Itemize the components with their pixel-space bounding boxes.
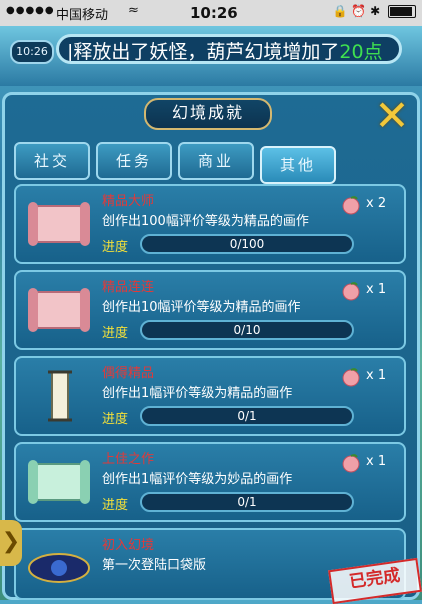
progress-bar: 0/1 bbox=[140, 406, 354, 426]
reward-count: x 1 bbox=[366, 282, 387, 297]
achievement-card: 精品大师 创作出100幅评价等级为精品的画作 进度 0/100 x 2 bbox=[14, 184, 406, 264]
achievement-name: 精品连连 bbox=[102, 280, 155, 295]
hanging-scroll-icon bbox=[48, 370, 72, 422]
peach-icon bbox=[342, 282, 360, 301]
signal-icon: ●●●●● bbox=[6, 5, 55, 16]
scroll-icon bbox=[28, 288, 90, 332]
peach-icon bbox=[342, 196, 360, 215]
battery-icon bbox=[388, 5, 416, 18]
progress-label: 进度 bbox=[102, 240, 129, 255]
status-time: 10:26 bbox=[190, 4, 238, 22]
progress-bar: 0/1 bbox=[140, 492, 354, 512]
progress-bar: 0/100 bbox=[140, 234, 354, 254]
reward-count: x 1 bbox=[366, 454, 387, 469]
progress-text: 0/10 bbox=[233, 323, 261, 337]
achievement-name: 精品大师 bbox=[102, 194, 155, 209]
tab-other[interactable]: 其他 bbox=[260, 146, 336, 184]
wifi-icon: ≈ bbox=[128, 3, 139, 18]
achievement-desc: 创作出100幅评价等级为精品的画作 bbox=[102, 214, 309, 229]
close-icon: ✕ bbox=[374, 91, 410, 140]
achievement-card: 精品连连 创作出10幅评价等级为精品的画作 进度 0/10 x 1 bbox=[14, 270, 406, 350]
side-expand-button[interactable]: ❯ bbox=[0, 520, 22, 566]
reward-count: x 2 bbox=[366, 196, 387, 211]
achievement-desc: 创作出1幅评价等级为精品的画作 bbox=[102, 386, 293, 401]
achievement-desc: 创作出1幅评价等级为妙品的画作 bbox=[102, 472, 293, 487]
tab-tasks[interactable]: 任务 bbox=[96, 142, 172, 180]
panel-title: 幻境成就 bbox=[144, 98, 272, 130]
achievement-card: 上佳之作 创作出1幅评价等级为妙品的画作 进度 0/1 x 1 bbox=[14, 442, 406, 522]
achievement-card: 偶得精品 创作出1幅评价等级为精品的画作 进度 0/1 x 1 bbox=[14, 356, 406, 436]
game-time-badge: 10:26 bbox=[10, 40, 54, 64]
progress-text: 0/1 bbox=[237, 409, 257, 423]
progress-label: 进度 bbox=[102, 412, 129, 427]
progress-text: 0/100 bbox=[229, 237, 265, 251]
scroll-icon bbox=[28, 202, 90, 246]
status-bar: ●●●●● 中国移动 ≈ 10:26 🔒 ⏰ ✱ bbox=[0, 0, 422, 26]
tab-social[interactable]: 社交 bbox=[14, 142, 90, 180]
progress-bar: 0/10 bbox=[140, 320, 354, 340]
peach-icon bbox=[342, 368, 360, 387]
ticker-highlight: 20点 bbox=[339, 41, 383, 63]
scroll-icon bbox=[28, 460, 90, 504]
achievement-name: 上佳之作 bbox=[102, 452, 155, 467]
lock-alarm-bluetooth-icons: 🔒 ⏰ ✱ bbox=[332, 4, 381, 18]
progress-label: 进度 bbox=[102, 326, 129, 341]
achievement-name: 初入幻境 bbox=[102, 538, 155, 553]
eye-emblem-icon bbox=[28, 553, 90, 583]
achievement-desc: 第一次登陆口袋版 bbox=[102, 558, 207, 573]
achievement-name: 偶得精品 bbox=[102, 366, 155, 381]
status-icons: 🔒 ⏰ ✱ bbox=[333, 4, 416, 18]
achievement-desc: 创作出10幅评价等级为精品的画作 bbox=[102, 300, 301, 315]
reward-count: x 1 bbox=[366, 368, 387, 383]
ticker-text: |释放出了妖怪，葫芦幻境增加了 bbox=[67, 41, 340, 63]
carrier-label: 中国移动 bbox=[56, 8, 109, 23]
peach-icon bbox=[342, 454, 360, 473]
news-ticker: |释放出了妖怪，葫芦幻境增加了20点 bbox=[56, 34, 402, 64]
tab-business[interactable]: 商业 bbox=[178, 142, 254, 180]
progress-label: 进度 bbox=[102, 498, 129, 513]
close-button[interactable]: ✕ bbox=[372, 95, 412, 137]
progress-text: 0/1 bbox=[237, 495, 257, 509]
